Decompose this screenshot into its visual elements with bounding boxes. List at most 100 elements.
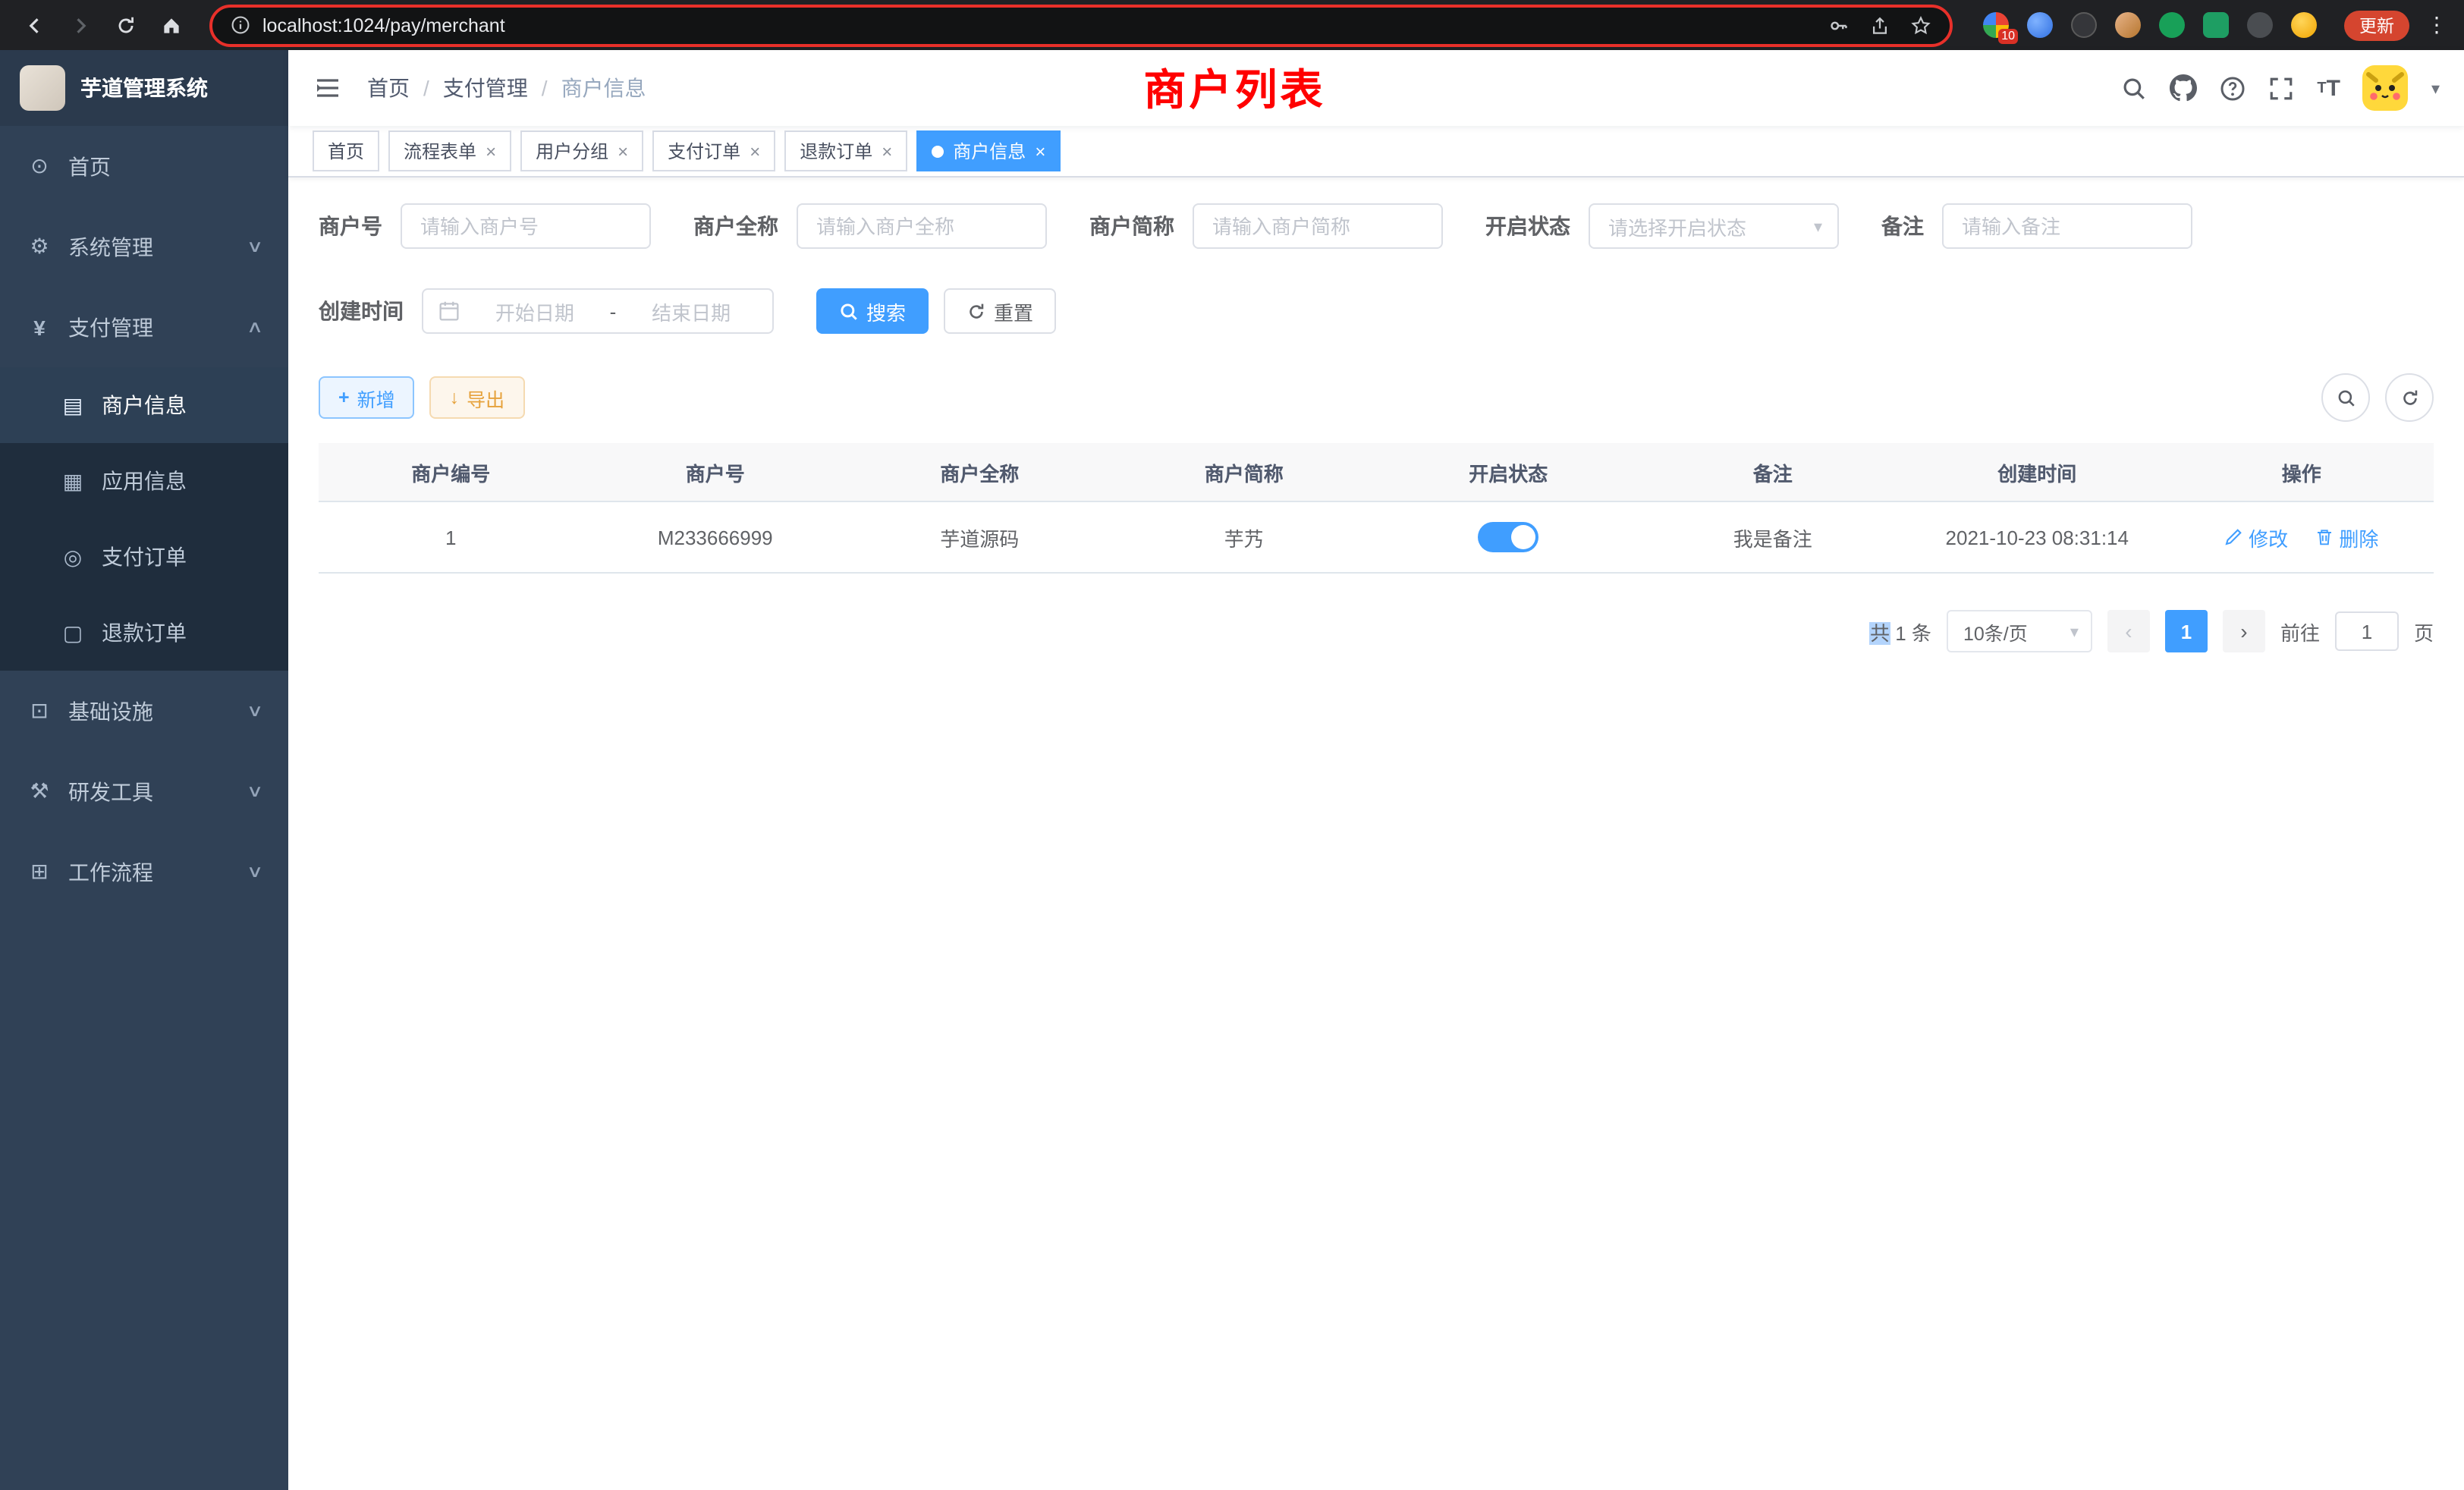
goto-page-input[interactable] <box>2335 611 2399 651</box>
site-info-icon[interactable] <box>231 15 250 35</box>
filter-remark: 备注 <box>1881 203 2192 249</box>
cell-short-name: 芋艿 <box>1112 523 1377 552</box>
hamburger-icon[interactable] <box>313 73 343 103</box>
export-button[interactable]: ↓ 导出 <box>430 376 525 419</box>
tab-merchant-info[interactable]: 商户信息 × <box>916 130 1061 171</box>
reset-button[interactable]: 重置 <box>944 288 1056 334</box>
extension-icon[interactable] <box>2027 12 2053 38</box>
browser-home-button[interactable] <box>152 5 191 45</box>
app-logo[interactable]: 芋道管理系统 <box>0 50 288 126</box>
page-unit-label: 页 <box>2414 617 2434 646</box>
extension-icon[interactable] <box>2071 12 2097 38</box>
page-1-button[interactable]: 1 <box>2165 610 2208 652</box>
breadcrumb-home[interactable]: 首页 <box>367 73 410 103</box>
user-avatar[interactable] <box>2363 65 2409 111</box>
browser-reload-button[interactable] <box>106 5 146 45</box>
payment-submenu: ▤ 商户信息 ▦ 应用信息 ◎ 支付订单 ▢ 退款订单 <box>0 367 288 671</box>
filter-create-time: 创建时间 开始日期 - 结束日期 <box>319 288 774 334</box>
sidebar-item-label: 工作流程 <box>68 857 153 887</box>
browser-forward-button[interactable] <box>61 5 100 45</box>
sidebar-item-infrastructure[interactable]: ⊡ 基础设施 ∨ <box>0 671 288 751</box>
sidebar-item-app-info[interactable]: ▦ 应用信息 <box>0 443 288 519</box>
browser-update-button[interactable]: 更新 <box>2344 10 2409 40</box>
breadcrumb-separator: / <box>423 76 429 100</box>
browser-toolbar: localhost:1024/pay/merchant 10 <box>0 0 2464 50</box>
cell-actions: 修改 删除 <box>2170 523 2434 552</box>
sidebar-item-pay-order[interactable]: ◎ 支付订单 <box>0 519 288 595</box>
table-header-cell: 创建时间 <box>1905 457 2170 486</box>
browser-menu-icon[interactable]: ⋮ <box>2425 12 2449 38</box>
breadcrumb-payment[interactable]: 支付管理 <box>443 73 528 103</box>
url-text: localhost:1024/pay/merchant <box>262 14 505 36</box>
tab-pay-order[interactable]: 支付订单 × <box>652 130 775 171</box>
address-bar[interactable]: localhost:1024/pay/merchant <box>209 4 1953 46</box>
next-page-button[interactable]: › <box>2223 610 2265 652</box>
github-icon[interactable] <box>2170 74 2197 102</box>
page-size-select[interactable]: 10条/页 ▾ <box>1947 610 2092 652</box>
help-icon[interactable] <box>2220 75 2246 101</box>
close-icon[interactable]: × <box>750 142 760 160</box>
emoji-extension-icon[interactable] <box>2291 12 2317 38</box>
breadcrumb: 首页 / 支付管理 / 商户信息 <box>367 73 646 103</box>
date-end-placeholder: 结束日期 <box>625 297 757 325</box>
merchant-no-input[interactable] <box>401 203 651 249</box>
table-toolbar: + 新增 ↓ 导出 <box>319 373 2434 422</box>
full-name-input[interactable] <box>797 203 1047 249</box>
tag-views-bar: 首页 流程表单 × 用户分组 × 支付订单 × 退款订单 × <box>288 126 2464 178</box>
tab-process-form[interactable]: 流程表单 × <box>388 130 511 171</box>
date-range-separator: - <box>610 300 617 322</box>
sidebar-item-workflow[interactable]: ⊞ 工作流程 ∨ <box>0 831 288 912</box>
extension-icon[interactable] <box>2159 12 2185 38</box>
close-icon[interactable]: × <box>1035 142 1045 160</box>
table-header-cell: 商户简称 <box>1112 457 1377 486</box>
sidebar: 芋道管理系统 ⊙ 首页 ⚙ 系统管理 ∨ ¥ 支付管理 ∧ <box>0 50 288 1490</box>
extension-icon[interactable]: 10 <box>1983 12 2009 38</box>
share-icon[interactable] <box>1869 14 1890 36</box>
tab-refund-order[interactable]: 退款订单 × <box>784 130 907 171</box>
browser-back-button[interactable] <box>15 5 55 45</box>
extension-icon[interactable] <box>2203 12 2229 38</box>
sidebar-item-label: 首页 <box>68 151 111 181</box>
pay-order-icon: ◎ <box>61 544 85 570</box>
tab-user-group[interactable]: 用户分组 × <box>520 130 643 171</box>
create-time-range-picker[interactable]: 开始日期 - 结束日期 <box>422 288 774 334</box>
bookmark-star-icon[interactable] <box>1910 14 1931 36</box>
add-button-label: 新增 <box>357 383 395 412</box>
remark-input[interactable] <box>1942 203 2192 249</box>
font-size-icon[interactable]: TT <box>2317 75 2340 101</box>
sidebar-item-devtools[interactable]: ⚒ 研发工具 ∨ <box>0 751 288 831</box>
date-start-placeholder: 开始日期 <box>469 297 601 325</box>
sidebar-item-payment[interactable]: ¥ 支付管理 ∧ <box>0 287 288 367</box>
tab-home[interactable]: 首页 <box>313 130 379 171</box>
status-select[interactable]: 请选择开启状态 ▾ <box>1589 203 1839 249</box>
chevron-down-icon[interactable]: ▾ <box>2431 78 2440 98</box>
status-toggle[interactable] <box>1478 522 1538 552</box>
breadcrumb-separator: / <box>542 76 548 100</box>
chevron-up-icon: ∧ <box>247 317 264 337</box>
close-icon[interactable]: × <box>486 142 496 160</box>
gear-icon: ⚙ <box>27 234 52 259</box>
edit-link[interactable]: 修改 <box>2224 523 2288 552</box>
prev-page-button[interactable]: ‹ <box>2107 610 2150 652</box>
toggle-search-icon[interactable] <box>2321 373 2370 422</box>
sidebar-item-system[interactable]: ⚙ 系统管理 ∨ <box>0 206 288 287</box>
sidebar-item-merchant-info[interactable]: ▤ 商户信息 <box>0 367 288 443</box>
extensions-area: 10 <box>1983 12 2317 38</box>
short-name-input[interactable] <box>1193 203 1443 249</box>
sidebar-item-home[interactable]: ⊙ 首页 <box>0 126 288 206</box>
close-icon[interactable]: × <box>618 142 628 160</box>
app-logo-avatar <box>20 65 65 111</box>
profile-avatar-icon[interactable] <box>2115 12 2141 38</box>
total-count: 共 1 条 <box>1870 617 1931 646</box>
close-icon[interactable]: × <box>882 142 892 160</box>
key-icon[interactable] <box>1828 14 1850 36</box>
search-button[interactable]: 搜索 <box>816 288 929 334</box>
search-icon[interactable] <box>2121 75 2147 101</box>
refresh-icon[interactable] <box>2385 373 2434 422</box>
extensions-puzzle-icon[interactable] <box>2247 12 2273 38</box>
fullscreen-icon[interactable] <box>2268 75 2294 101</box>
tab-label: 商户信息 <box>953 138 1026 164</box>
delete-link[interactable]: 删除 <box>2315 523 2378 552</box>
sidebar-item-refund-order[interactable]: ▢ 退款订单 <box>0 595 288 671</box>
add-button[interactable]: + 新增 <box>319 376 415 419</box>
